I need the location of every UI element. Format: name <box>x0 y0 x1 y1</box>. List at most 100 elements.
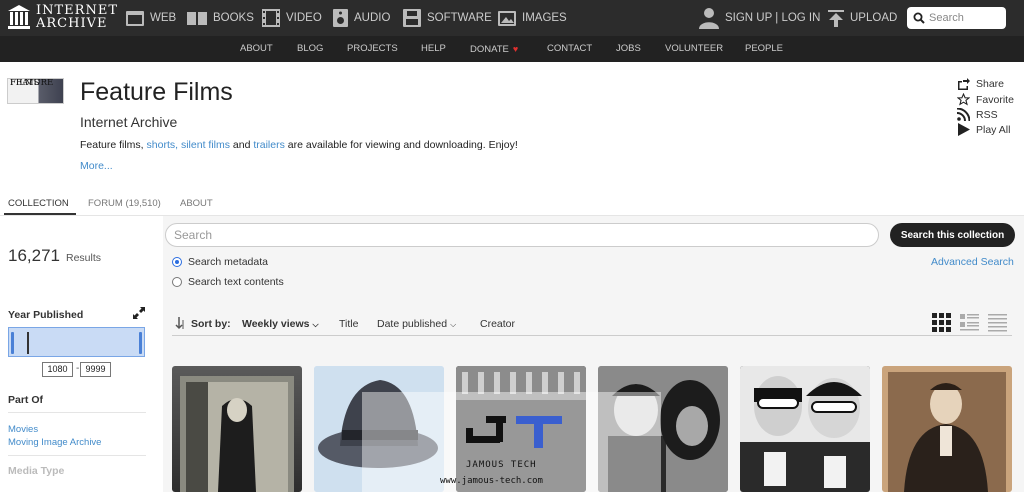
year-slider-max-handle[interactable] <box>139 332 142 354</box>
trailers-link[interactable]: trailers <box>253 139 285 151</box>
more-link[interactable]: More... <box>80 160 113 172</box>
year-histogram-slider[interactable] <box>8 327 145 357</box>
results-number: 16,271 <box>8 246 60 265</box>
subnav-help[interactable]: HELP <box>421 36 446 62</box>
subnav-projects[interactable]: PROJECTS <box>347 36 398 62</box>
collection-search-box[interactable] <box>165 223 879 247</box>
sort-weekly-views-label: Weekly views <box>242 318 310 330</box>
subnav-volunteer[interactable]: VOLUNTEER <box>665 36 723 62</box>
top-search-input[interactable] <box>929 12 1005 24</box>
page-subtitle: Internet Archive <box>80 114 178 130</box>
facet-divider <box>8 412 146 413</box>
nav-software-label: SOFTWARE <box>427 12 492 24</box>
play-all-button[interactable]: Play All <box>957 123 1010 136</box>
favorite-label: Favorite <box>976 93 1014 106</box>
collection-thumbnail-line-2: FILMS <box>10 78 40 88</box>
share-button[interactable]: Share <box>957 78 1004 90</box>
user-icon <box>699 8 719 29</box>
result-tile[interactable] <box>172 366 302 492</box>
sort-direction-icon[interactable] <box>175 316 187 330</box>
year-from-input[interactable]: 1080 <box>42 362 73 377</box>
share-icon <box>958 78 970 90</box>
search-metadata-label: Search metadata <box>188 256 268 268</box>
sort-title[interactable]: Title <box>339 318 358 330</box>
silent-films-link[interactable]: silent films <box>181 139 230 151</box>
tile-thumbnail <box>740 366 870 492</box>
desc-text-1: Feature films, <box>80 139 147 151</box>
archive-building-icon <box>8 5 30 29</box>
chevron-down-icon: ⌵ <box>450 320 457 329</box>
sort-by-label: Sort by: <box>191 318 231 330</box>
collection-description: Feature films, shorts, silent films and … <box>80 139 518 151</box>
year-to-input[interactable]: 9999 <box>80 362 111 377</box>
nav-images[interactable]: IMAGES <box>498 0 567 36</box>
floppy-disk-icon <box>403 9 421 27</box>
subnav-about[interactable]: ABOUT <box>240 36 273 62</box>
nav-books[interactable]: BOOKS <box>187 0 254 36</box>
film-icon <box>262 9 280 27</box>
result-tile[interactable] <box>882 366 1012 492</box>
search-metadata-option[interactable]: Search metadata <box>172 256 268 268</box>
year-range-dash: - <box>76 363 80 374</box>
desc-text-3: are available for viewing and downloadin… <box>284 139 518 151</box>
shorts-link[interactable]: shorts, <box>147 139 179 151</box>
internet-archive-logo[interactable]: INTERNET ARCHIVE <box>8 4 118 30</box>
tab-collection[interactable]: COLLECTION <box>8 198 69 209</box>
subnav-contact[interactable]: CONTACT <box>547 36 592 62</box>
nav-web[interactable]: WEB <box>126 0 176 36</box>
search-text-radio[interactable] <box>172 277 182 287</box>
result-tile[interactable] <box>740 366 870 492</box>
list-detail-view-icon[interactable] <box>960 313 979 332</box>
advanced-search-link[interactable]: Advanced Search <box>931 256 1014 268</box>
nav-software[interactable]: SOFTWARE <box>403 0 492 36</box>
subnav-donate[interactable]: DONATE ♥ <box>470 36 518 62</box>
sort-date-published[interactable]: Date published ⌵ <box>377 318 456 330</box>
subnav-blog[interactable]: BLOG <box>297 36 323 62</box>
tab-about[interactable]: ABOUT <box>180 198 213 209</box>
sort-weekly-views[interactable]: Weekly views ⌵ <box>242 318 319 330</box>
search-icon <box>913 12 925 24</box>
nav-audio-label: AUDIO <box>354 12 391 24</box>
nav-video-label: VIDEO <box>286 12 322 24</box>
nav-audio[interactable]: AUDIO <box>333 0 390 36</box>
part-of-moving-image-archive-link[interactable]: Moving Image Archive <box>8 437 101 448</box>
nav-sign-up-label: SIGN UP | LOG IN <box>725 12 821 24</box>
nav-upload-label: UPLOAD <box>850 12 898 24</box>
sort-date-published-label: Date published <box>377 318 448 330</box>
subnav-people[interactable]: PEOPLE <box>745 36 783 62</box>
heart-icon: ♥ <box>512 44 519 54</box>
expand-icon[interactable] <box>133 307 145 319</box>
sort-creator[interactable]: Creator <box>480 318 515 330</box>
search-this-collection-button[interactable]: Search this collection <box>890 223 1015 247</box>
image-icon <box>498 10 516 26</box>
subnav-jobs[interactable]: JOBS <box>616 36 641 62</box>
rss-button[interactable]: RSS <box>957 108 998 121</box>
nav-upload[interactable]: UPLOAD <box>828 0 897 36</box>
upload-icon <box>828 9 844 27</box>
tile-thumbnail <box>180 376 294 492</box>
favorite-button[interactable]: Favorite <box>957 93 1014 106</box>
part-of-movies-link[interactable]: Movies <box>8 424 38 435</box>
rss-icon <box>957 108 970 121</box>
nav-images-label: IMAGES <box>522 12 567 24</box>
search-text-label: Search text contents <box>188 276 284 288</box>
speaker-icon <box>333 9 348 27</box>
desc-text-2: and <box>229 139 254 151</box>
year-slider-min-handle[interactable] <box>11 332 14 354</box>
nav-sign-up-log-in[interactable]: SIGN UP | LOG IN <box>699 0 820 36</box>
search-text-option[interactable]: Search text contents <box>172 276 284 288</box>
tile-thumbnail <box>882 366 1012 492</box>
play-icon <box>958 123 970 136</box>
top-search-box[interactable] <box>907 7 1006 29</box>
top-nav-bar: INTERNET ARCHIVE WEB BOOKS VIDEO AUDIO S… <box>0 0 1024 36</box>
search-metadata-radio[interactable] <box>172 257 182 267</box>
tile-view-icon[interactable] <box>932 313 951 332</box>
nav-video[interactable]: VIDEO <box>262 0 322 36</box>
play-all-label: Play All <box>976 123 1011 136</box>
collection-search-input[interactable] <box>174 224 864 246</box>
list-compact-view-icon[interactable] <box>988 313 1007 332</box>
share-label: Share <box>976 78 1005 90</box>
media-type-heading: Media Type <box>8 465 65 477</box>
rss-label: RSS <box>976 108 998 121</box>
tab-forum[interactable]: FORUM (19,510) <box>88 198 161 209</box>
